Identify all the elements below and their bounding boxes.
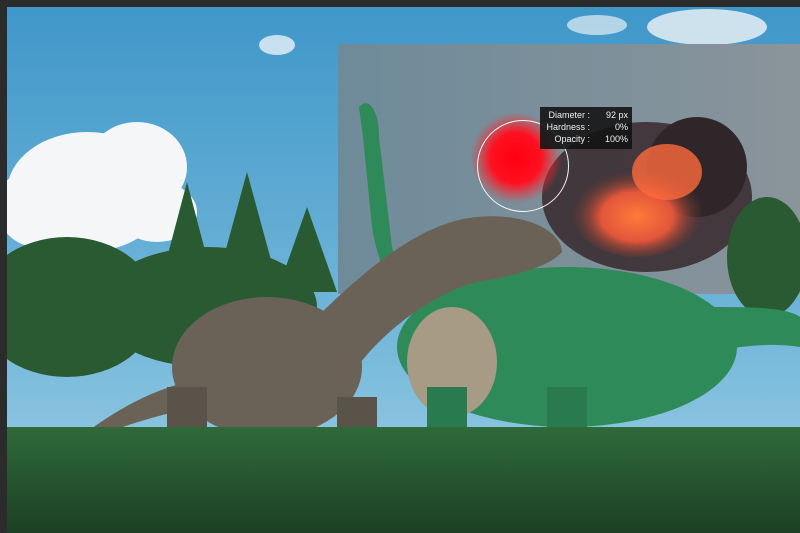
top-edge: [0, 0, 800, 7]
diameter-value: 92 px: [605, 110, 628, 120]
canvas-artwork: [7, 7, 800, 533]
diameter-label: Diameter :: [548, 110, 590, 120]
brush-info-tooltip: Diameter : 92 px Hardness : 0% Opacity :…: [540, 107, 632, 149]
hardness-value: 0%: [614, 122, 628, 132]
opacity-value: 100%: [604, 134, 628, 144]
app-window: Diameter : 92 px Hardness : 0% Opacity :…: [0, 0, 800, 533]
document-canvas[interactable]: Diameter : 92 px Hardness : 0% Opacity :…: [7, 7, 800, 533]
grass: [7, 427, 800, 533]
hardness-label: Hardness :: [546, 122, 590, 132]
tooltip-hardness-row: Hardness : 0%: [544, 121, 628, 133]
left-edge: [0, 0, 7, 533]
tooltip-opacity-row: Opacity : 100%: [544, 133, 628, 145]
opacity-label: Opacity :: [554, 134, 590, 144]
tooltip-diameter-row: Diameter : 92 px: [544, 109, 628, 121]
